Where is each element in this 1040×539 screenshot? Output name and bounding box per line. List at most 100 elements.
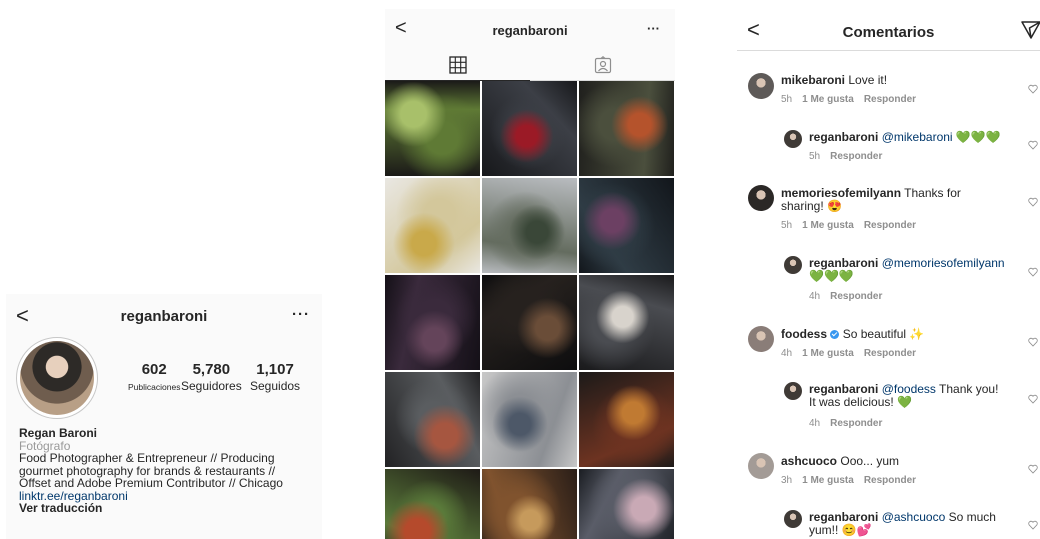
posts-label: Publicaciones [128,382,181,392]
photo-tile[interactable] [579,275,674,370]
mention-link[interactable]: @mikebaroni [882,130,953,144]
followers-label: Seguidores [181,379,242,393]
comments-panel: < Comentarios mikebaroni Love it! 5h 1 Me… [737,9,1040,539]
send-icon[interactable] [1021,20,1040,40]
grid-icon [448,55,467,74]
photo-tile[interactable] [385,372,480,467]
heart-icon[interactable] [1028,140,1038,150]
translate-link[interactable]: Ver traducción [19,502,319,515]
reply-button[interactable]: Responder [830,151,882,162]
mention-link[interactable]: @memoriesofemilyann [882,256,1005,270]
grid-header: < reganbaroni ··· [385,9,675,49]
heart-icon[interactable] [1028,267,1038,277]
heart-icon[interactable] [1028,464,1038,474]
profile-username: reganbaroni [120,308,208,325]
comment-text: reganbaroni @mikebaroni 💚💚💚 [809,130,1001,144]
avatar[interactable] [748,185,774,211]
comment-username[interactable]: reganbaroni [809,510,878,524]
following-label: Seguidos [250,379,301,393]
following-stat[interactable]: 1,107 Seguidos [250,361,300,393]
mention-link[interactable]: @foodess [882,382,936,396]
comment-meta: 4h Responder [809,418,883,429]
photo-tile[interactable] [385,469,480,539]
comment-username[interactable]: reganbaroni [809,256,878,270]
avatar[interactable] [784,130,802,148]
mention-link[interactable]: @ashcuoco [882,510,946,524]
photo-tile[interactable] [385,178,480,273]
comments-title: Comentarios [842,24,935,41]
avatar[interactable] [748,453,774,479]
posts-count: 602 [141,361,167,378]
photo-tile[interactable] [579,178,674,273]
more-options-icon[interactable]: ··· [292,306,310,323]
comment-meta: 5h 1 Me gusta Responder [781,220,917,231]
comments-header: < Comentarios [737,9,1040,51]
more-options-icon[interactable]: ··· [647,21,660,36]
reply-button[interactable]: Responder [830,291,882,302]
comment-meta: 5h Responder [809,151,883,162]
profile-panel: < reganbaroni ··· 602 Publicaciones 5,78… [6,294,322,539]
following-count: 1,107 [256,361,294,378]
photo-tile[interactable] [482,81,577,176]
photo-grid [385,81,675,539]
likes-count[interactable]: 1 Me gusta [802,94,854,105]
profile-bio: Regan Baroni Fotógrafo Food Photographer… [19,427,319,515]
likes-count[interactable]: 1 Me gusta [802,348,854,359]
profile-name: Regan Baroni [19,426,98,440]
comment-username[interactable]: ashcuoco [781,454,837,468]
avatar[interactable] [784,510,802,528]
heart-icon[interactable] [1028,394,1038,404]
photo-tile[interactable] [579,81,674,176]
grid-username: reganbaroni [492,23,568,38]
profile-header: < reganbaroni ··· [6,294,322,338]
reply-button[interactable]: Responder [830,418,882,429]
reply-button[interactable]: Responder [864,475,916,486]
comment-username[interactable]: reganbaroni [809,130,878,144]
heart-icon[interactable] [1028,197,1038,207]
comment-username[interactable]: reganbaroni [809,382,878,396]
likes-count[interactable]: 1 Me gusta [802,475,854,486]
likes-count[interactable]: 1 Me gusta [802,220,854,231]
photo-tile[interactable] [482,469,577,539]
profile-tabs [385,49,675,81]
photo-tile[interactable] [385,81,480,176]
comment-text: reganbaroni @memoriesofemilyann 💚💚💚 [809,256,1005,283]
comment-username[interactable]: foodess [781,327,827,341]
comment-meta: 4h 1 Me gusta Responder [781,348,917,359]
bio-line: Food Photographer & Entrepreneur // Prod… [19,451,275,465]
comment-text: memoriesofemilyann Thanks for sharing! 😍 [781,186,961,213]
reply-button[interactable]: Responder [864,348,916,359]
photo-tile[interactable] [385,275,480,370]
comment-text: foodess So beautiful ✨ [781,327,925,341]
avatar[interactable] [748,326,774,352]
comment-username[interactable]: memoriesofemilyann [781,186,901,200]
bio-line: Offset and Adobe Premium Contributor // … [19,476,283,490]
avatar[interactable] [784,382,802,400]
comment-username[interactable]: mikebaroni [781,73,845,87]
heart-icon[interactable] [1028,337,1038,347]
avatar[interactable] [784,256,802,274]
followers-count: 5,780 [192,361,231,378]
comment-meta: 3h 1 Me gusta Responder [781,475,917,486]
posts-stat[interactable]: 602 Publicaciones [128,361,180,392]
comment-text: ashcuoco Ooo... yum [781,454,900,468]
photo-tile[interactable] [482,178,577,273]
tab-tagged[interactable] [530,49,675,81]
verified-badge-icon [830,330,840,339]
reply-button[interactable]: Responder [864,220,916,231]
comment-meta: 5h 1 Me gusta Responder [781,94,917,105]
photo-tile[interactable] [579,372,674,467]
photo-tile[interactable] [579,469,674,539]
comment-text: reganbaroni @ashcuoco So much yum!! 😊💕 [809,510,996,537]
heart-icon[interactable] [1028,520,1038,530]
heart-icon[interactable] [1028,84,1038,94]
comment-text: mikebaroni Love it! [781,73,888,87]
photo-tile[interactable] [482,372,577,467]
reply-button[interactable]: Responder [864,94,916,105]
avatar[interactable] [748,73,774,99]
tab-posts-grid[interactable] [385,49,530,81]
profile-avatar[interactable] [16,337,98,419]
followers-stat[interactable]: 5,780 Seguidores [181,361,242,393]
photo-tile[interactable] [482,275,577,370]
comment-text: reganbaroni @foodess Thank you! It was de… [809,382,999,409]
